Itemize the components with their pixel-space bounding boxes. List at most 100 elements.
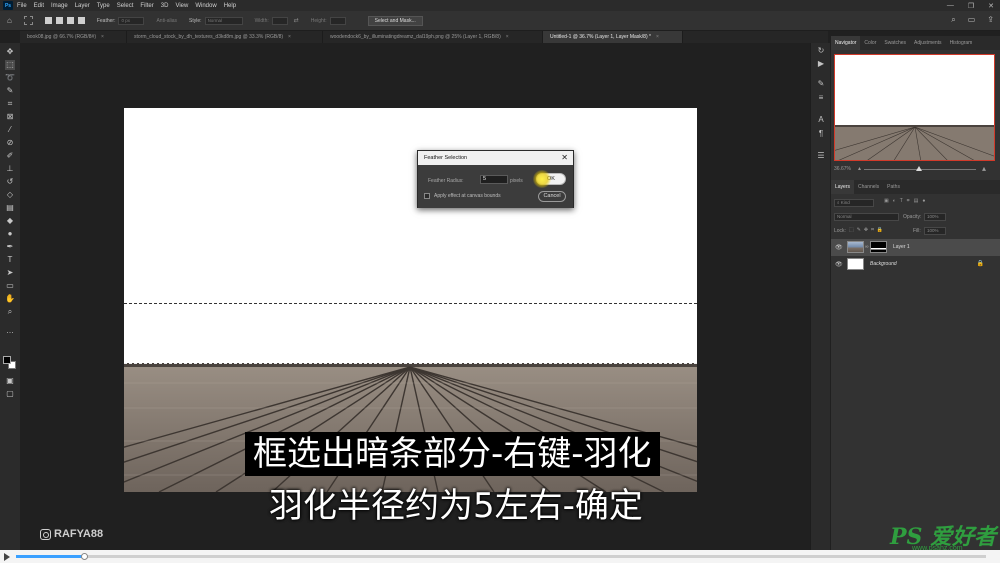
quick-select-tool-icon[interactable]: ✎ (5, 86, 15, 96)
menu-window[interactable]: Window (195, 3, 216, 9)
character-icon[interactable]: A (816, 115, 826, 125)
layer-mask-thumbnail[interactable] (870, 241, 887, 253)
seek-bar[interactable] (16, 553, 986, 560)
menu-file[interactable]: File (17, 3, 27, 9)
gradient-tool-icon[interactable]: ▤ (5, 203, 15, 213)
menu-image[interactable]: Image (51, 3, 68, 9)
play-icon[interactable] (4, 553, 10, 561)
tab-swatches[interactable]: Swatches (880, 36, 910, 50)
move-tool-icon[interactable]: ✥ (5, 47, 15, 57)
feather-radius-input[interactable]: 5 (480, 175, 508, 184)
pen-tool-icon[interactable]: ✒ (5, 242, 15, 252)
menu-3d[interactable]: 3D (161, 3, 169, 9)
tab-close-icon[interactable]: × (656, 34, 659, 40)
eraser-tool-icon[interactable]: ◇ (5, 190, 15, 200)
more-tools-icon[interactable]: … (5, 326, 15, 336)
visibility-eye-icon[interactable]: 👁 (835, 244, 843, 251)
antialias-checkbox[interactable]: Anti-alias (156, 18, 177, 24)
tab-histogram[interactable]: Histogram (946, 36, 977, 50)
eyedropper-tool-icon[interactable]: ⁄ (5, 125, 15, 135)
blur-tool-icon[interactable]: ◆ (5, 216, 15, 226)
tab-color[interactable]: Color (860, 36, 880, 50)
feather-input[interactable]: 0 px (118, 16, 145, 25)
menu-view[interactable]: View (175, 3, 188, 9)
zoom-out-icon[interactable]: ▴ (858, 165, 861, 172)
menu-layer[interactable]: Layer (75, 3, 90, 9)
screen-mode-icon[interactable]: ▢ (5, 389, 15, 399)
layer-filter-icons[interactable]: ▣◐T⌗▤● (884, 198, 929, 204)
minimize-icon[interactable]: — (947, 2, 954, 9)
width-input[interactable] (271, 16, 288, 25)
layer-row-layer-1[interactable]: 👁 ∞ Layer 1 (831, 239, 1000, 256)
cancel-button[interactable]: Cancel (538, 191, 566, 202)
close-window-icon[interactable]: ✕ (988, 2, 994, 10)
history-icon[interactable]: ↻ (816, 46, 826, 56)
share-icon[interactable]: ⇪ (987, 15, 994, 25)
intersect-selection-icon[interactable] (77, 17, 85, 24)
history-brush-icon[interactable]: ↺ (5, 177, 15, 187)
style-select[interactable]: Normal (204, 16, 243, 25)
menu-edit[interactable]: Edit (34, 3, 44, 9)
add-selection-icon[interactable] (55, 17, 63, 24)
tab-channels[interactable]: Channels (854, 180, 883, 194)
zoom-in-icon[interactable]: ▴ (982, 164, 986, 173)
tab-adjustments[interactable]: Adjustments (910, 36, 946, 50)
dodge-tool-icon[interactable]: ● (5, 229, 15, 239)
workspace-icon[interactable]: ▭ (968, 15, 976, 25)
foreground-color-swatch[interactable] (3, 356, 11, 364)
navigator-preview[interactable] (834, 54, 995, 161)
tab-untitled-1[interactable]: Untitled-1 @ 36.7% (Layer 1, Layer Mask/… (543, 31, 683, 43)
tab-close-icon[interactable]: × (288, 34, 291, 40)
tab-paths[interactable]: Paths (883, 180, 904, 194)
type-tool-icon[interactable]: T (5, 255, 15, 265)
tab-storm-cloud[interactable]: storm_cloud_stock_by_dh_textures_d3kd8m.… (127, 31, 323, 43)
menu-type[interactable]: Type (97, 3, 110, 9)
zoom-percentage[interactable]: 36.67% (834, 166, 851, 172)
brush-settings-icon[interactable]: ✎ (816, 79, 826, 89)
zoom-tool-icon[interactable]: ⌕ (5, 307, 15, 317)
tab-woodendock[interactable]: woodendock6_by_illuminatingdreamz_dal19p… (323, 31, 543, 43)
menu-filter[interactable]: Filter (140, 3, 153, 9)
tab-book08[interactable]: book08.jpg @ 66.7% (RGB/8#) × (20, 31, 127, 43)
seek-knob[interactable] (80, 553, 88, 560)
frame-tool-icon[interactable]: ⊠ (5, 112, 15, 122)
search-icon[interactable]: ⌕ (951, 15, 955, 25)
restore-icon[interactable]: ❐ (968, 2, 974, 10)
menu-select[interactable]: Select (117, 3, 134, 9)
layer-name[interactable]: Background (870, 261, 897, 267)
healing-brush-icon[interactable]: ⊘ (5, 138, 15, 148)
tab-layers[interactable]: Layers (831, 180, 855, 194)
rectangular-marquee-icon[interactable] (23, 16, 33, 25)
home-icon[interactable]: ⌂ (7, 16, 12, 25)
crop-tool-icon[interactable]: ⌗ (5, 99, 15, 109)
menu-help[interactable]: Help (224, 3, 236, 9)
layer-filter-kind[interactable]: ⌕ Kind (834, 199, 874, 207)
opacity-input[interactable]: 100% (924, 213, 946, 221)
swap-dimensions-icon[interactable]: ⇄ (294, 17, 299, 24)
height-input[interactable] (329, 16, 346, 25)
lock-icons[interactable]: ⬚✎✥⌗🔒 (849, 227, 886, 233)
properties-icon[interactable]: ≡ (816, 93, 826, 103)
actions-icon[interactable]: ▶ (816, 59, 826, 69)
mask-link-icon[interactable]: ∞ (865, 244, 869, 250)
layer-name[interactable]: Layer 1 (893, 244, 910, 250)
paragraph-icon[interactable]: ¶ (816, 129, 826, 139)
tab-close-icon[interactable]: × (506, 34, 509, 40)
visibility-eye-icon[interactable]: 👁 (835, 261, 843, 268)
apply-canvas-bounds-checkbox[interactable] (424, 193, 430, 199)
dialog-close-icon[interactable]: ✕ (561, 151, 568, 165)
tab-close-icon[interactable]: × (101, 34, 104, 40)
blend-mode-select[interactable]: Normal (834, 213, 899, 221)
layer-row-background[interactable]: 👁 Background 🔒 (831, 256, 1000, 273)
libraries-icon[interactable]: ☰ (816, 151, 826, 161)
subtract-selection-icon[interactable] (66, 17, 74, 24)
rectangle-tool-icon[interactable]: ▭ (5, 281, 15, 291)
zoom-slider-knob[interactable] (916, 166, 922, 171)
path-select-icon[interactable]: ➤ (5, 268, 15, 278)
new-selection-icon[interactable] (44, 17, 52, 24)
quick-mask-icon[interactable]: ▣ (5, 376, 15, 386)
marquee-tool-icon[interactable]: ⬚ (5, 60, 15, 70)
hand-tool-icon[interactable]: ✋ (5, 294, 15, 304)
lasso-tool-icon[interactable]: ➰ (5, 73, 15, 83)
brush-tool-icon[interactable]: ✐ (5, 151, 15, 161)
